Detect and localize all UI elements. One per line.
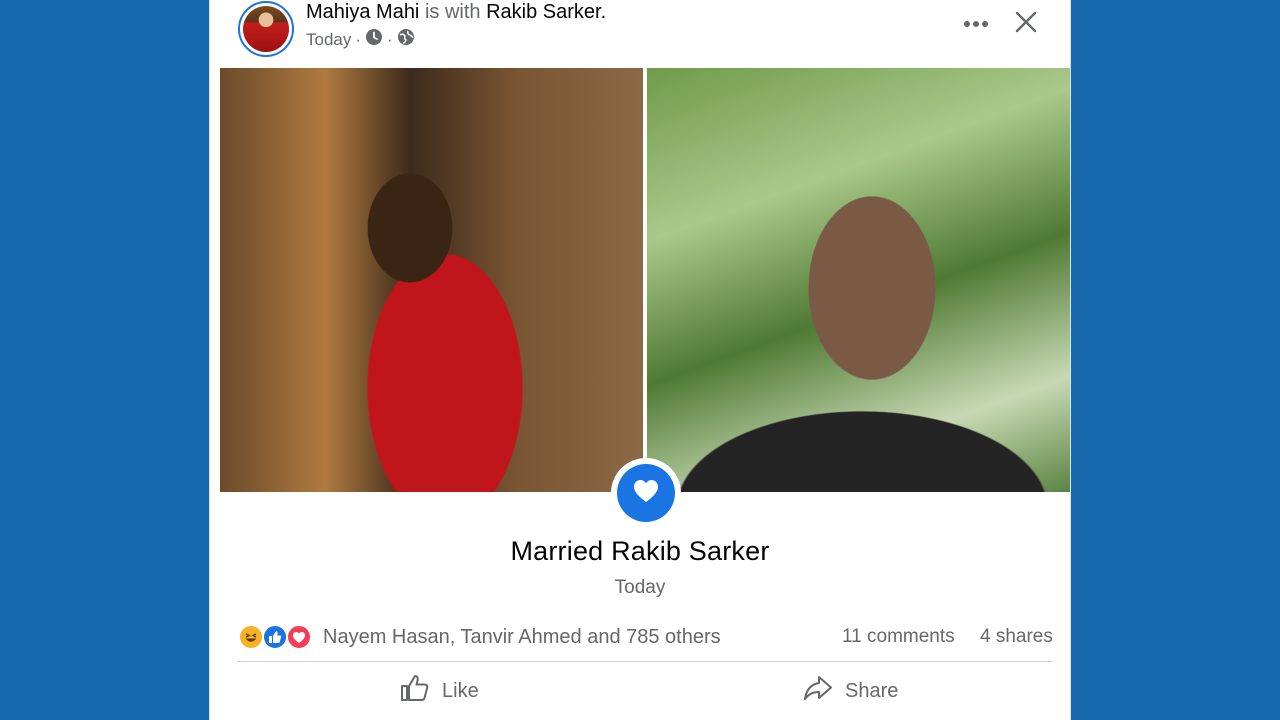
like-reaction-icon [262,624,288,650]
clock-icon [365,28,383,51]
more-options-button[interactable] [960,8,992,40]
tagged-person-photo[interactable] [647,68,1070,492]
more-dots-icon [963,15,989,33]
author-photo[interactable] [220,68,643,492]
haha-reaction-icon [238,624,264,650]
globe-icon[interactable] [397,28,415,51]
title-period: . [600,1,607,23]
author-avatar[interactable] [238,1,294,57]
share-label: Share [845,679,899,702]
love-reaction-icon [286,624,312,650]
post-card: Mahiya Mahi is with Rakib Sarker. Today … [209,0,1071,720]
life-event-date: Today [614,577,666,598]
post-time[interactable]: Today [306,30,351,50]
post-meta: Today · · [306,28,415,51]
comments-count[interactable]: 11 comments [842,626,955,648]
meta-separator: · [355,29,362,49]
like-button[interactable]: Like [400,668,479,714]
post-header: Mahiya Mahi is with Rakib Sarker. Today … [210,0,1070,66]
reactors-summary[interactable]: Nayem Hasan, Tanvir Ahmed and 785 others [323,626,721,649]
meta-separator-2: · [387,29,393,49]
share-button[interactable]: Share [803,668,898,714]
author-name[interactable]: Mahiya Mahi [306,1,419,23]
reaction-icons[interactable] [238,624,318,652]
thumbs-up-icon [400,674,430,708]
like-label: Like [442,679,479,702]
life-event-badge [611,458,681,528]
close-button[interactable] [1010,8,1042,40]
heart-icon [632,478,660,509]
with-text: is with [424,1,481,23]
life-event-title: Married Rakib Sarker [510,536,770,566]
reactions-bar: Nayem Hasan, Tanvir Ahmed and 785 others… [238,622,1054,654]
share-arrow-icon [803,674,833,708]
tagged-name[interactable]: Rakib Sarker [486,1,601,23]
life-event-badge-circle [617,464,675,522]
shares-count[interactable]: 4 shares [980,626,1053,648]
close-icon [1014,10,1038,39]
avatar-image [243,6,289,52]
post-title-line: Mahiya Mahi is with Rakib Sarker. [306,1,606,24]
divider [238,661,1052,662]
